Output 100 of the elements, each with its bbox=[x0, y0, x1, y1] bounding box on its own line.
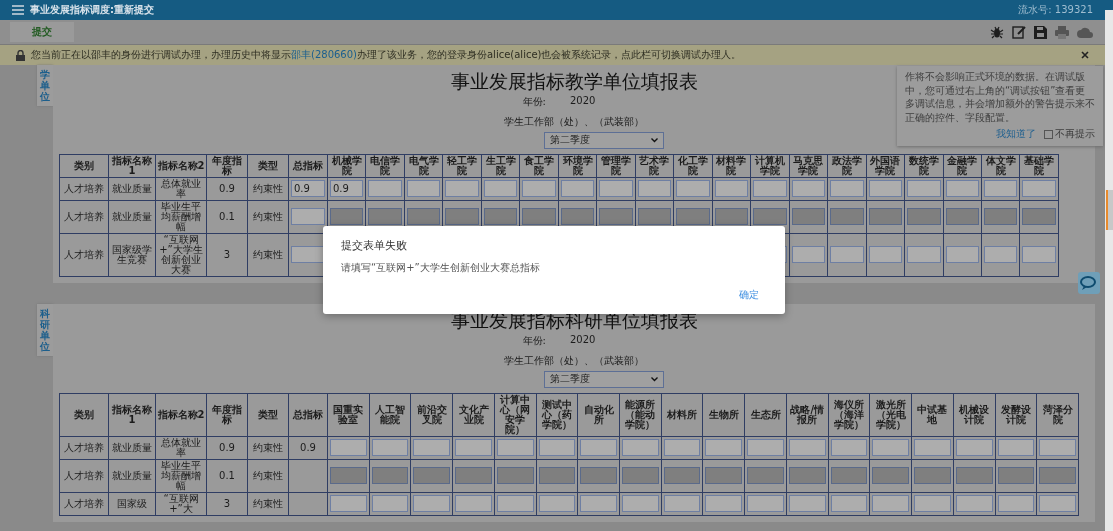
input-field[interactable] bbox=[599, 180, 633, 198]
submit-button[interactable]: 提交 bbox=[10, 22, 74, 42]
input-field[interactable] bbox=[580, 439, 618, 457]
input-field[interactable] bbox=[455, 495, 492, 513]
cloud-icon[interactable] bbox=[1077, 26, 1093, 38]
department-label: 学生工作部（处）、（武装部） bbox=[504, 114, 644, 129]
input-field[interactable] bbox=[406, 180, 441, 198]
input-field[interactable] bbox=[663, 495, 701, 513]
input-field[interactable] bbox=[1022, 180, 1056, 198]
input-field[interactable] bbox=[788, 495, 826, 513]
dont-show-checkbox[interactable]: 不再提示 bbox=[1044, 127, 1095, 141]
column-header: 基础学院 bbox=[1019, 154, 1059, 178]
year-label: 年份: bbox=[522, 94, 546, 109]
input-field[interactable] bbox=[997, 495, 1035, 513]
input-field[interactable] bbox=[868, 246, 903, 264]
input-field[interactable] bbox=[496, 439, 534, 457]
input-field[interactable] bbox=[997, 439, 1035, 457]
input-field[interactable] bbox=[830, 180, 864, 198]
save-icon[interactable] bbox=[1034, 25, 1047, 39]
input-field[interactable] bbox=[538, 439, 576, 457]
input-field[interactable] bbox=[747, 439, 784, 457]
table-cell: 约束性 bbox=[247, 177, 289, 201]
table-cell: 就业质量 bbox=[108, 459, 156, 493]
input-field[interactable] bbox=[955, 439, 993, 457]
input-field[interactable] bbox=[371, 495, 409, 513]
input-field[interactable] bbox=[622, 439, 659, 457]
input-field[interactable] bbox=[907, 180, 941, 198]
input-field[interactable] bbox=[914, 439, 951, 457]
input-field[interactable] bbox=[945, 180, 979, 198]
notice-bar[interactable]: 您当前正在以邵丰的身份进行调试办理，办理历史中将显示邵丰(280660)办理了该业务，您的登录身份alice(alice)也会被系统记录，点此栏可切换调试办理人。 bbox=[0, 45, 1105, 65]
input-field[interactable] bbox=[637, 180, 672, 198]
column-header: 自动化所 bbox=[577, 393, 620, 437]
input-field[interactable] bbox=[413, 495, 451, 513]
input-field[interactable] bbox=[1022, 246, 1056, 264]
input-field[interactable] bbox=[945, 246, 979, 264]
column-header: 环境学院 bbox=[558, 154, 597, 178]
input-field[interactable] bbox=[676, 180, 710, 198]
input-field[interactable] bbox=[455, 439, 492, 457]
input-field[interactable] bbox=[705, 439, 743, 457]
input-field[interactable] bbox=[872, 495, 910, 513]
input-field[interactable] bbox=[791, 180, 826, 198]
column-header: 外国语学院 bbox=[866, 154, 905, 178]
input-field[interactable] bbox=[788, 439, 826, 457]
input-field[interactable] bbox=[830, 439, 868, 457]
input-field[interactable] bbox=[983, 180, 1018, 198]
table-cell: 约束性 bbox=[247, 436, 289, 460]
input-field[interactable] bbox=[830, 495, 868, 513]
dismiss-link[interactable]: 我知道了 bbox=[996, 127, 1036, 141]
input-field[interactable] bbox=[872, 439, 910, 457]
column-header: 指标名称1 bbox=[108, 154, 156, 178]
input-field[interactable] bbox=[413, 439, 451, 457]
scrollbar[interactable] bbox=[1105, 10, 1113, 531]
input-field[interactable] bbox=[368, 180, 402, 198]
input-field[interactable] bbox=[522, 180, 556, 198]
input-field[interactable] bbox=[983, 246, 1018, 264]
input-field[interactable] bbox=[330, 495, 367, 513]
input-field[interactable] bbox=[907, 246, 941, 264]
column-header: 海仪所（海洋学院） bbox=[828, 393, 870, 437]
input-field[interactable] bbox=[1039, 495, 1076, 513]
input-field[interactable] bbox=[483, 180, 518, 198]
input-field[interactable] bbox=[330, 439, 367, 457]
input-field[interactable] bbox=[791, 246, 826, 264]
print-icon[interactable] bbox=[1055, 25, 1069, 39]
column-header: 数统学院 bbox=[904, 154, 943, 178]
close-icon[interactable] bbox=[1081, 51, 1089, 59]
input-field[interactable] bbox=[496, 495, 534, 513]
input-field[interactable] bbox=[955, 495, 993, 513]
column-header: 国重实验室 bbox=[327, 393, 370, 437]
quarter-select[interactable]: 第二季度 bbox=[544, 370, 664, 388]
quarter-select[interactable]: 第二季度 bbox=[544, 131, 664, 149]
input-field[interactable] bbox=[753, 180, 787, 198]
input-field[interactable] bbox=[580, 495, 618, 513]
input-field[interactable]: 0.9 bbox=[330, 180, 364, 198]
input-field[interactable] bbox=[538, 495, 576, 513]
input-field[interactable] bbox=[747, 495, 784, 513]
input-field[interactable] bbox=[830, 246, 864, 264]
bug-icon[interactable] bbox=[990, 25, 1004, 39]
input-field[interactable] bbox=[914, 495, 951, 513]
input-field[interactable] bbox=[445, 180, 479, 198]
user-link[interactable]: 邵丰(280660) bbox=[291, 49, 357, 60]
table-cell: 就业质量 bbox=[108, 436, 156, 460]
chat-icon[interactable] bbox=[1078, 272, 1100, 294]
input-field[interactable] bbox=[868, 180, 903, 198]
side-tab[interactable]: 学单位 bbox=[37, 65, 53, 106]
input-field[interactable] bbox=[705, 495, 743, 513]
menu-icon[interactable] bbox=[12, 5, 24, 15]
input-field[interactable] bbox=[1039, 439, 1076, 457]
input-field[interactable] bbox=[663, 439, 701, 457]
table-cell: 就业质量 bbox=[108, 177, 156, 201]
input-field[interactable] bbox=[560, 180, 595, 198]
side-tab[interactable]: 科研单位 bbox=[37, 303, 53, 356]
input-field[interactable] bbox=[291, 246, 325, 264]
input-field[interactable] bbox=[371, 439, 409, 457]
input-field[interactable] bbox=[622, 495, 659, 513]
edit-icon[interactable] bbox=[1012, 25, 1026, 39]
table-cell: 0.1 bbox=[206, 459, 248, 493]
input-field[interactable] bbox=[291, 208, 325, 226]
confirm-button[interactable]: 确定 bbox=[731, 288, 767, 302]
input-field[interactable]: 0.9 bbox=[291, 180, 325, 198]
input-field[interactable] bbox=[714, 180, 749, 198]
